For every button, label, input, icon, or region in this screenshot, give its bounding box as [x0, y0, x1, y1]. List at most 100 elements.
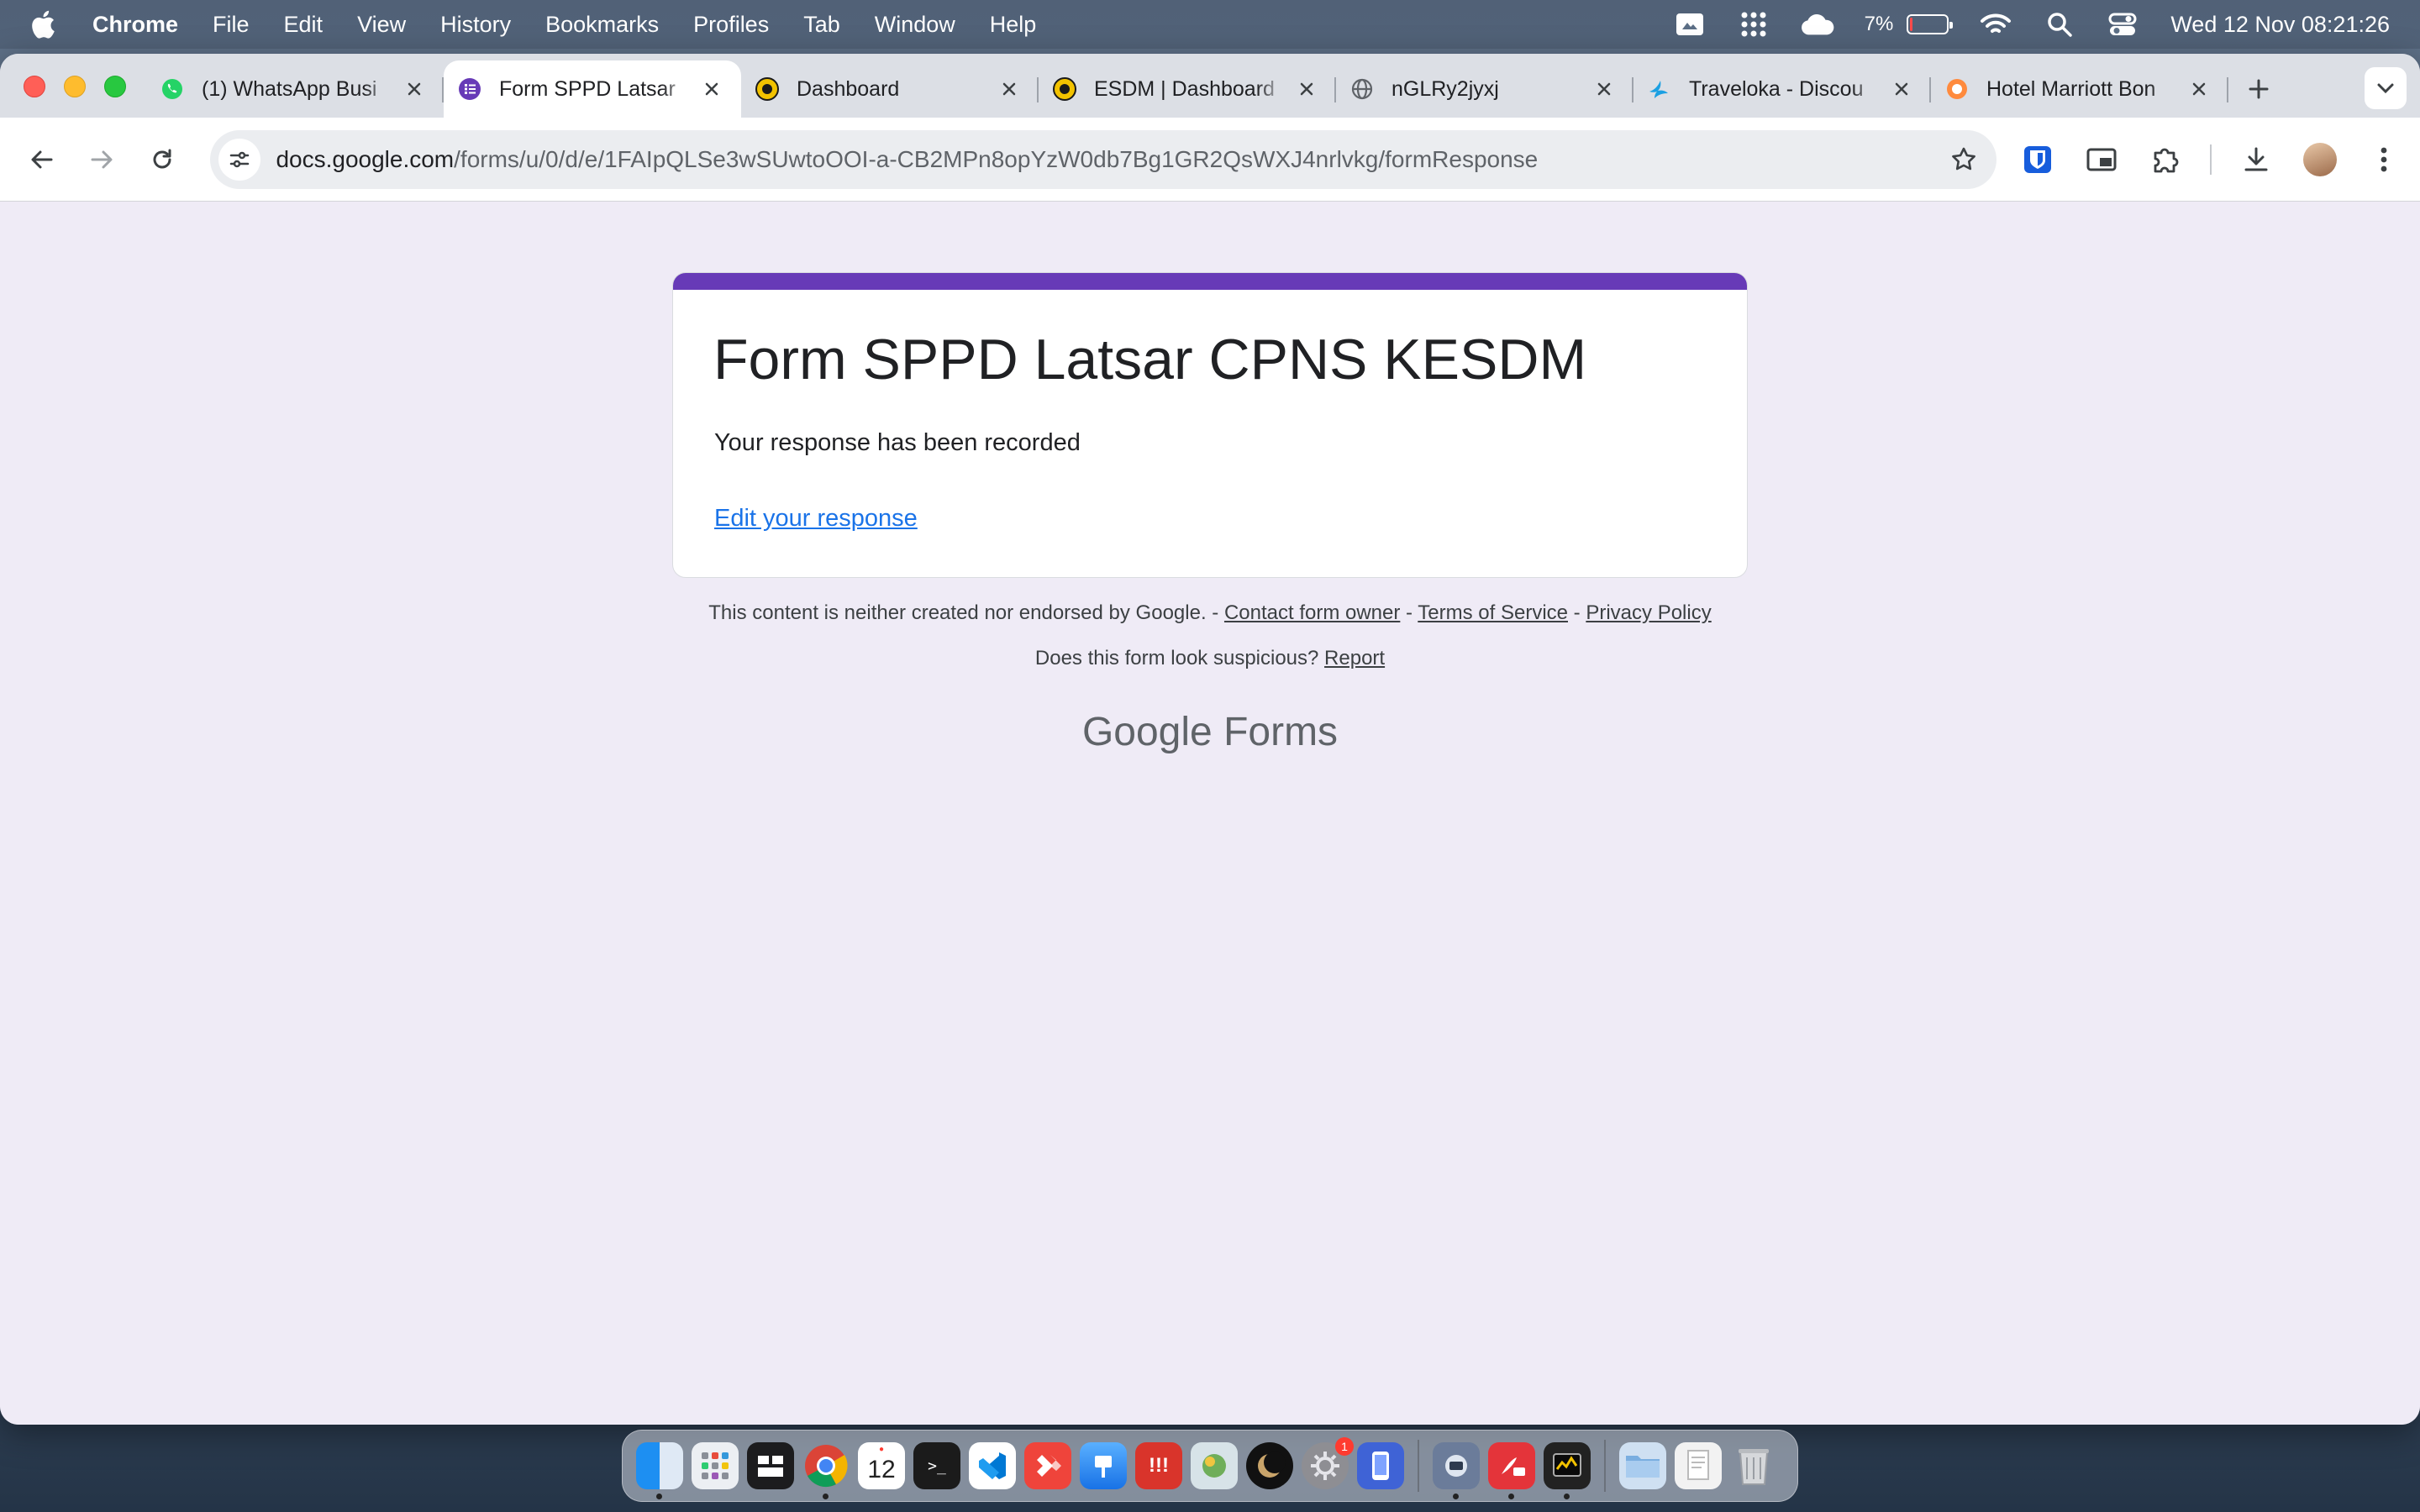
address-bar[interactable]: docs.google.com/forms/u/0/d/e/1FAIpQLSe3…: [210, 129, 1997, 189]
tab-nglry2jyxj[interactable]: nGLRy2jyxj: [1336, 60, 1634, 118]
wifi-icon[interactable]: [1979, 10, 2012, 39]
disclaimer-text: This content is neither created nor endo…: [708, 601, 1219, 624]
contact-form-owner-link[interactable]: Contact form owner: [1224, 601, 1400, 624]
app-grid-icon[interactable]: [1737, 10, 1770, 39]
chrome-window: (1) WhatsApp Busi Form SPPD Latsar Dashb…: [0, 54, 2420, 1425]
close-tab-icon[interactable]: [997, 76, 1022, 102]
footer-line-2: Does this form look suspicious? Report: [0, 647, 2420, 670]
minimize-window-button[interactable]: [64, 76, 86, 97]
terms-of-service-link[interactable]: Terms of Service: [1418, 601, 1568, 624]
tab-whatsapp[interactable]: (1) WhatsApp Busi: [146, 60, 444, 118]
migration-assistant-icon[interactable]: [1433, 1442, 1480, 1499]
close-tab-icon[interactable]: [699, 76, 724, 102]
tab-esdm-dashboard[interactable]: ESDM | Dashboard: [1039, 60, 1336, 118]
menu-view[interactable]: View: [357, 12, 406, 38]
system-settings-icon[interactable]: 1: [1302, 1437, 1354, 1489]
picture-in-picture-icon[interactable]: [2082, 140, 2121, 179]
mi-app-icon[interactable]: !!!: [1135, 1442, 1182, 1489]
back-button[interactable]: [17, 134, 66, 185]
mission-control-icon[interactable]: [747, 1442, 794, 1489]
close-window-button[interactable]: [24, 76, 45, 97]
tab-title: Dashboard: [797, 76, 900, 101]
edit-response-link[interactable]: Edit your response: [714, 505, 918, 533]
url-host: docs.google.com: [276, 145, 455, 172]
finder-icon[interactable]: [636, 1442, 683, 1499]
tab-title: Hotel Marriott Bon: [1986, 76, 2156, 101]
screen-capture-icon[interactable]: [1673, 10, 1707, 39]
chrome-menu-icon[interactable]: [2365, 140, 2403, 179]
icloud-icon[interactable]: [1801, 10, 1834, 39]
google-forms-logo[interactable]: Google Forms: [0, 709, 2420, 755]
trash-icon[interactable]: [1730, 1442, 1777, 1489]
menu-profiles[interactable]: Profiles: [693, 12, 769, 38]
reload-button[interactable]: [137, 134, 187, 185]
notification-badge: 1: [1335, 1437, 1354, 1456]
menu-history[interactable]: History: [440, 12, 511, 38]
new-tab-button[interactable]: [2233, 60, 2284, 118]
control-center-icon[interactable]: [2107, 10, 2140, 39]
extensions-puzzle-icon[interactable]: [2146, 140, 2185, 179]
tab-dashboard[interactable]: Dashboard: [741, 60, 1039, 118]
menu-window[interactable]: Window: [875, 12, 955, 38]
menu-tab[interactable]: Tab: [803, 12, 840, 38]
tab-traveloka[interactable]: Traveloka - Discou: [1634, 60, 1931, 118]
preview-photos-icon[interactable]: [1191, 1442, 1238, 1489]
tab-hotel-marriott[interactable]: Hotel Marriott Bon: [1931, 60, 2228, 118]
menu-app-name[interactable]: Chrome: [92, 12, 178, 38]
bookmark-star-icon[interactable]: [1943, 139, 1985, 181]
pdf-reader-icon[interactable]: [1488, 1442, 1535, 1499]
profile-avatar[interactable]: [2301, 140, 2339, 179]
battery-icon[interactable]: [1907, 14, 1954, 34]
url-text[interactable]: docs.google.com/forms/u/0/d/e/1FAIpQLSe3…: [276, 146, 1943, 173]
forward-button[interactable]: [76, 134, 126, 185]
documents-stack-icon[interactable]: [1675, 1442, 1722, 1489]
tab-title: ESDM | Dashboard: [1094, 76, 1275, 101]
close-tab-icon[interactable]: [2186, 76, 2212, 102]
simulator-icon[interactable]: [1357, 1442, 1404, 1489]
downloads-folder-icon[interactable]: [1619, 1442, 1666, 1489]
downloads-icon[interactable]: [2237, 140, 2275, 179]
activity-monitor-icon[interactable]: [1544, 1442, 1591, 1499]
menu-help[interactable]: Help: [990, 12, 1037, 38]
suspicious-text: Does this form look suspicious?: [1034, 647, 1319, 669]
launchpad-icon[interactable]: [692, 1442, 739, 1489]
form-accent-bar: [673, 273, 1747, 290]
macos-dock: ● 12 >_ !!! 1: [622, 1430, 1798, 1502]
battery-percent: 7%: [1864, 13, 1894, 35]
report-link[interactable]: Report: [1324, 647, 1385, 669]
calendar-day: 12: [867, 1456, 896, 1483]
chrome-icon[interactable]: [802, 1442, 850, 1499]
menu-edit[interactable]: Edit: [284, 12, 324, 38]
spotlight-search-icon[interactable]: [2043, 10, 2076, 39]
marriott-icon: [1944, 76, 1970, 102]
menu-file[interactable]: File: [213, 12, 250, 38]
close-tab-icon[interactable]: [1294, 76, 1319, 102]
tab-title: Traveloka - Discou: [1689, 76, 1864, 101]
vscode-icon[interactable]: [969, 1442, 1016, 1489]
menu-bookmarks[interactable]: Bookmarks: [545, 12, 659, 38]
keynote-icon[interactable]: [1080, 1442, 1127, 1489]
site-settings-icon[interactable]: [218, 138, 261, 181]
tab-search-button[interactable]: [2365, 67, 2407, 109]
terminal-icon[interactable]: >_: [913, 1442, 960, 1489]
menu-bar-clock[interactable]: Wed 12 Nov 08:21:26: [2170, 12, 2390, 38]
url-path: /forms/u/0/d/e/1FAIpQLSe3wSUwtoOOI-a-CB2…: [454, 145, 1539, 172]
esdm-logo-icon: [755, 76, 780, 102]
anydesk-icon[interactable]: [1024, 1442, 1071, 1489]
apple-menu-icon[interactable]: [30, 8, 59, 41]
google-wordmark: Google: [1081, 710, 1213, 754]
privacy-policy-link[interactable]: Privacy Policy: [1586, 601, 1711, 624]
esdm-logo-icon: [1052, 76, 1077, 102]
globe-icon: [1349, 76, 1375, 102]
calendar-icon[interactable]: ● 12: [858, 1442, 905, 1489]
close-tab-icon[interactable]: [1591, 76, 1617, 102]
tab-form-sppd[interactable]: Form SPPD Latsar: [444, 60, 741, 118]
browser-toolbar: docs.google.com/forms/u/0/d/e/1FAIpQLSe3…: [0, 118, 2420, 202]
traveloka-icon: [1647, 76, 1672, 102]
close-tab-icon[interactable]: [1889, 76, 1914, 102]
tab-title: nGLRy2jyxj: [1392, 76, 1499, 101]
bitwarden-extension-icon[interactable]: [2018, 140, 2057, 179]
fullscreen-window-button[interactable]: [104, 76, 126, 97]
close-tab-icon[interactable]: [402, 76, 427, 102]
night-shift-icon[interactable]: [1246, 1442, 1293, 1489]
